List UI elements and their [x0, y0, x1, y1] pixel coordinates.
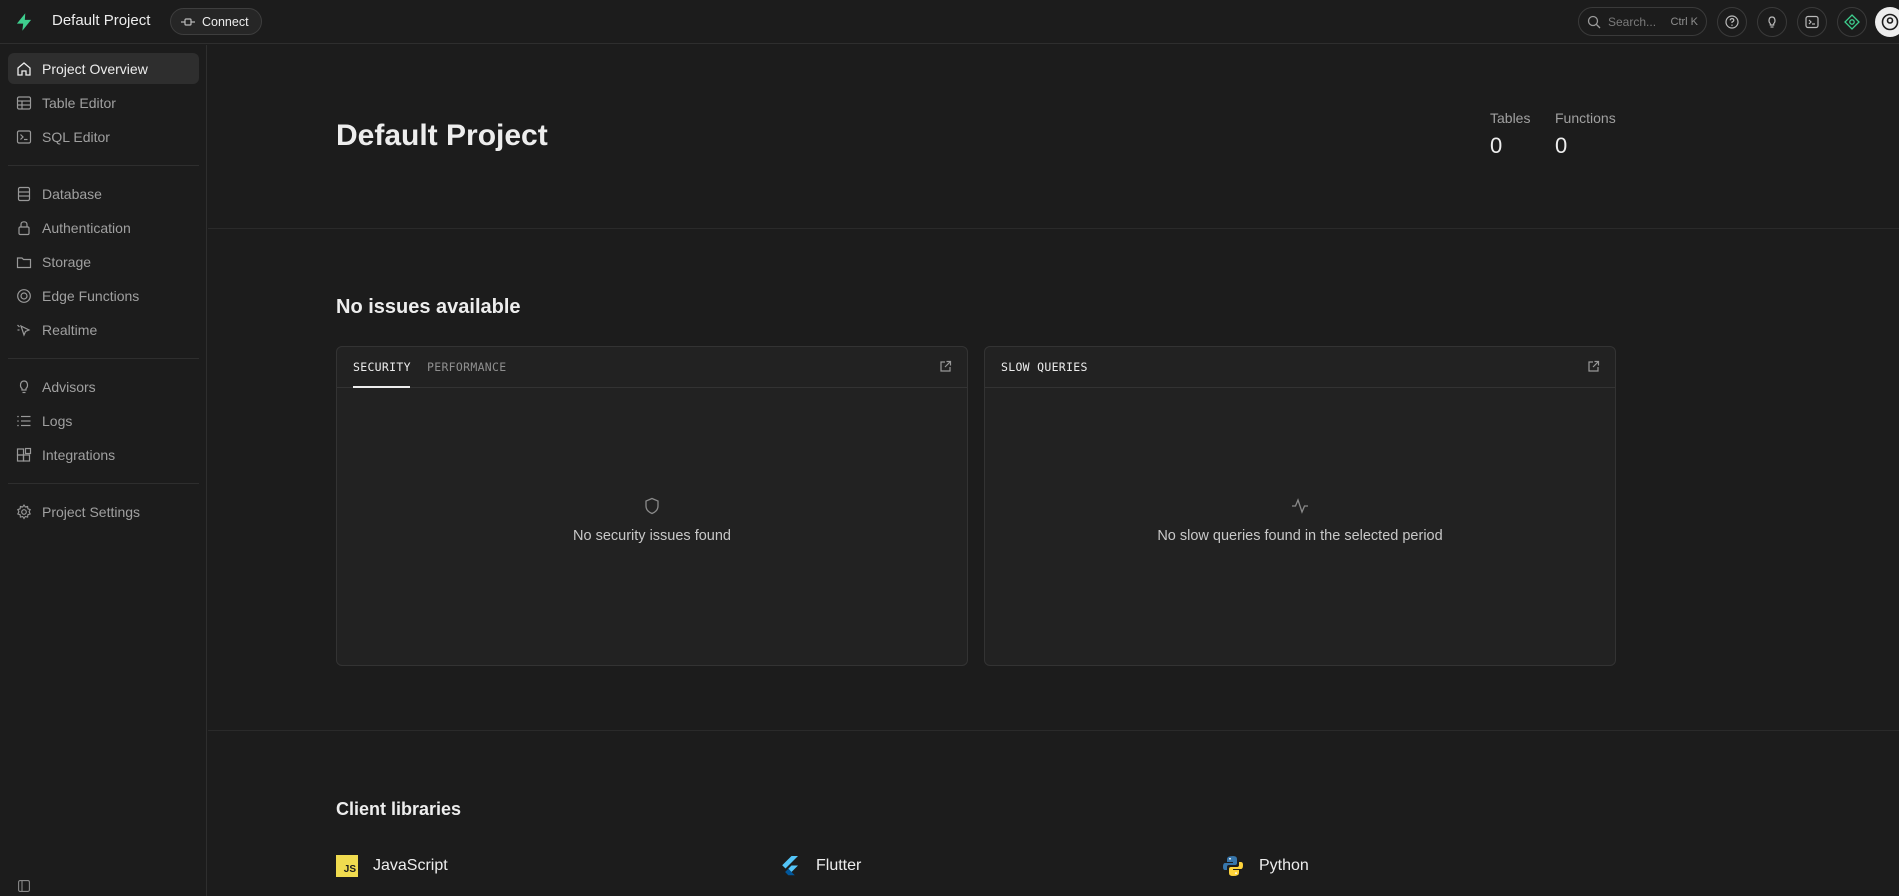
help-button[interactable]: [1717, 7, 1747, 37]
sidebar-item-logs[interactable]: Logs: [8, 405, 199, 436]
flutter-logo-icon: [782, 856, 798, 876]
search-input[interactable]: Search... Ctrl K: [1578, 7, 1707, 36]
user-icon: [1881, 13, 1899, 31]
ai-assistant-button[interactable]: [1837, 7, 1867, 37]
section-divider: [208, 228, 1899, 229]
sidebar-item-label: Table Editor: [42, 94, 116, 111]
blocks-icon: [16, 447, 32, 462]
sidebar-item-label: Realtime: [42, 321, 98, 338]
sidebar-item-database[interactable]: Database: [8, 178, 199, 209]
sidebar-item-label: Project Settings: [42, 503, 141, 520]
search-placeholder: Search...: [1608, 14, 1657, 29]
sidebar-item-label: Edge Functions: [42, 287, 140, 304]
assistant-icon: [1844, 14, 1860, 30]
slow-queries-empty-state: No slow queries found in the selected pe…: [985, 497, 1615, 544]
library-name: JavaScript: [373, 857, 448, 874]
sidebar-item-project-settings[interactable]: Project Settings: [8, 496, 199, 527]
sidebar-item-label: Authentication: [42, 219, 131, 236]
lightbulb-icon: [1768, 16, 1776, 28]
terminal-icon: [1805, 15, 1819, 29]
collapse-sidebar-icon[interactable]: [18, 880, 30, 892]
page-title: Default Project: [336, 119, 548, 152]
tables-stat-label: Tables: [1490, 110, 1531, 126]
top-bar: Default Project Connect Search... Ctrl K: [0, 0, 1899, 44]
lightbulb-icon: [19, 379, 29, 393]
search-shortcut: Ctrl K: [1670, 15, 1699, 28]
slow-queries-panel: SLOW QUERIES No slow queries found in th…: [984, 346, 1616, 666]
javascript-logo-icon: JS: [336, 855, 358, 877]
sql-terminal-button[interactable]: [1797, 7, 1827, 37]
connect-button[interactable]: Connect: [170, 8, 262, 35]
external-link-icon[interactable]: [939, 360, 952, 373]
globe-icon: [17, 288, 31, 303]
sidebar-item-authentication[interactable]: Authentication: [8, 212, 199, 243]
sidebar-item-project-overview[interactable]: Project Overview: [8, 53, 199, 84]
security-empty-message: No security issues found: [573, 528, 731, 544]
slow-queries-panel-header: SLOW QUERIES: [985, 347, 1615, 388]
library-python[interactable]: Python: [1222, 855, 1309, 877]
sidebar-item-advisors[interactable]: Advisors: [8, 371, 199, 402]
issues-title: No issues available: [336, 296, 521, 318]
python-logo-icon: [1223, 856, 1243, 876]
sidebar-item-integrations[interactable]: Integrations: [8, 439, 199, 470]
advisor-button[interactable]: [1757, 7, 1787, 37]
table-icon: [16, 95, 32, 110]
sidebar-divider: [8, 165, 199, 166]
activity-icon: [1292, 498, 1308, 514]
sidebar: Project Overview Table Editor SQL Editor…: [0, 45, 207, 896]
sidebar-item-label: Logs: [42, 412, 73, 429]
lock-icon: [18, 220, 30, 235]
sidebar-item-sql-editor[interactable]: SQL Editor: [8, 121, 199, 152]
library-name: Flutter: [816, 857, 862, 874]
shield-icon: [645, 497, 659, 515]
database-icon: [17, 186, 31, 201]
sidebar-item-label: Storage: [42, 253, 92, 270]
functions-stat-value: 0: [1555, 133, 1568, 158]
gear-icon: [17, 503, 31, 520]
section-divider: [208, 730, 1899, 731]
terminal-icon: [16, 129, 32, 144]
pointer-icon: [17, 324, 31, 337]
slow-queries-empty-message: No slow queries found in the selected pe…: [1157, 528, 1443, 544]
security-panel-header: SECURITY PERFORMANCE: [337, 347, 967, 388]
functions-stat-label: Functions: [1555, 110, 1616, 126]
tab-security[interactable]: SECURITY: [353, 360, 411, 374]
sidebar-item-realtime[interactable]: Realtime: [8, 314, 199, 345]
sidebar-divider: [8, 483, 199, 484]
slow-queries-title: SLOW QUERIES: [1001, 360, 1088, 374]
sidebar-divider: [8, 358, 199, 359]
supabase-logo-icon[interactable]: [14, 12, 34, 32]
tab-performance[interactable]: PERFORMANCE: [427, 360, 506, 374]
tab-active-indicator: [353, 386, 410, 388]
plug-icon: [181, 17, 195, 26]
sidebar-item-table-editor[interactable]: Table Editor: [8, 87, 199, 118]
sidebar-item-label: Database: [42, 185, 102, 202]
security-panel: SECURITY PERFORMANCE No security issues …: [336, 346, 968, 666]
sidebar-item-storage[interactable]: Storage: [8, 246, 199, 277]
list-icon: [17, 415, 31, 426]
client-libraries-title: Client libraries: [336, 799, 462, 819]
library-flutter[interactable]: Flutter: [779, 855, 861, 877]
avatar[interactable]: [1875, 7, 1899, 37]
library-javascript[interactable]: JS JavaScript: [336, 855, 448, 877]
project-name[interactable]: Default Project: [52, 12, 150, 29]
library-name: Python: [1259, 857, 1309, 874]
main-content: Default Project Tables 0 Functions 0 No …: [208, 45, 1899, 896]
sidebar-item-label: Project Overview: [42, 60, 148, 77]
search-icon: [1587, 15, 1601, 28]
security-empty-state: No security issues found: [337, 497, 967, 544]
sidebar-item-edge-functions[interactable]: Edge Functions: [8, 280, 199, 311]
help-icon: [1725, 15, 1739, 29]
archive-icon: [16, 256, 32, 268]
sidebar-item-label: Advisors: [42, 378, 96, 395]
tables-stat-value: 0: [1490, 133, 1503, 158]
sidebar-item-label: SQL Editor: [42, 128, 110, 145]
sidebar-item-label: Integrations: [42, 446, 116, 463]
connect-label: Connect: [202, 14, 249, 29]
home-icon: [17, 61, 31, 76]
external-link-icon[interactable]: [1587, 360, 1600, 373]
